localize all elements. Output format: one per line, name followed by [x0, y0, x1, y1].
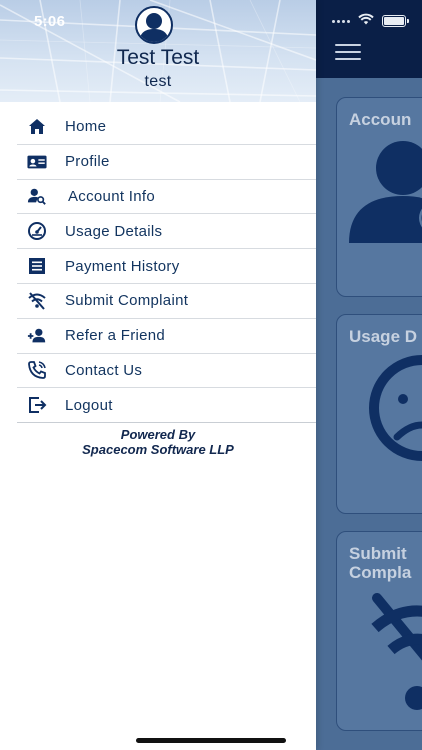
- usage-details-card[interactable]: Usage D: [336, 314, 422, 514]
- menu-item-profile[interactable]: Profile: [17, 145, 316, 180]
- user-avatar-icon: [139, 13, 169, 42]
- cellular-signal-icon: [332, 19, 350, 23]
- menu-item-contact-us[interactable]: Contact Us: [17, 354, 316, 389]
- card-title: Submit: [349, 544, 407, 563]
- menu-label: Usage Details: [65, 222, 163, 240]
- no-wifi-icon: [26, 290, 48, 312]
- menu-item-usage-details[interactable]: Usage Details: [17, 214, 316, 250]
- id-card-icon: [26, 151, 48, 173]
- menu-item-logout[interactable]: Logout: [17, 388, 316, 424]
- home-indicator[interactable]: [136, 738, 286, 743]
- menu-item-payment-history[interactable]: Payment History: [17, 249, 316, 284]
- menu-label: Payment History: [65, 257, 180, 275]
- menu-item-account-info[interactable]: Account Info: [17, 180, 316, 215]
- avatar[interactable]: [135, 6, 173, 44]
- menu-label: Account Info: [68, 187, 155, 205]
- user-username: test: [144, 73, 172, 90]
- home-icon: [26, 116, 48, 138]
- menu-label: Logout: [65, 396, 113, 414]
- user-search-icon: [26, 185, 48, 207]
- gauge-icon: [26, 220, 48, 242]
- phone-icon: [26, 359, 48, 381]
- card-title: Compla: [349, 563, 412, 582]
- powered-by-label: Powered By: [120, 427, 196, 442]
- powered-by-footer: Powered By Spacecom Software LLP: [0, 427, 316, 457]
- card-title: Usage D: [349, 327, 418, 346]
- drawer-menu: Home Profile Account Info Usage Details …: [17, 110, 316, 424]
- menu-label: Home: [65, 118, 107, 136]
- account-info-card[interactable]: Accoun: [336, 97, 422, 297]
- navigation-drawer: 5:06 Test Test test Home Profile Account…: [0, 0, 316, 750]
- user-icon: [349, 141, 422, 243]
- menu-item-refer-a-friend[interactable]: Refer a Friend: [17, 319, 316, 354]
- battery-icon: [382, 15, 409, 27]
- user-name: Test Test: [116, 46, 200, 69]
- drawer-header: 5:06 Test Test test: [0, 0, 316, 102]
- wifi-icon: [358, 12, 374, 30]
- submit-complaint-card[interactable]: Submit Compla: [336, 531, 422, 731]
- menu-item-submit-complaint[interactable]: Submit Complaint: [17, 284, 316, 319]
- menu-toggle-button[interactable]: [335, 44, 361, 60]
- status-icons: [332, 12, 409, 30]
- status-time: 5:06: [34, 13, 66, 30]
- menu-label: Profile: [65, 153, 110, 171]
- menu-label: Submit Complaint: [65, 292, 189, 310]
- no-wifi-icon: [371, 593, 422, 710]
- add-user-icon: [26, 325, 48, 347]
- gauge-icon: [369, 355, 422, 461]
- company-name: Spacecom Software LLP: [82, 442, 234, 457]
- receipt-icon: [26, 255, 48, 277]
- menu-label: Contact Us: [65, 361, 143, 379]
- logout-icon: [26, 394, 48, 416]
- card-title: Accoun: [349, 110, 412, 129]
- menu-label: Refer a Friend: [65, 327, 166, 345]
- menu-item-home[interactable]: Home: [17, 110, 316, 145]
